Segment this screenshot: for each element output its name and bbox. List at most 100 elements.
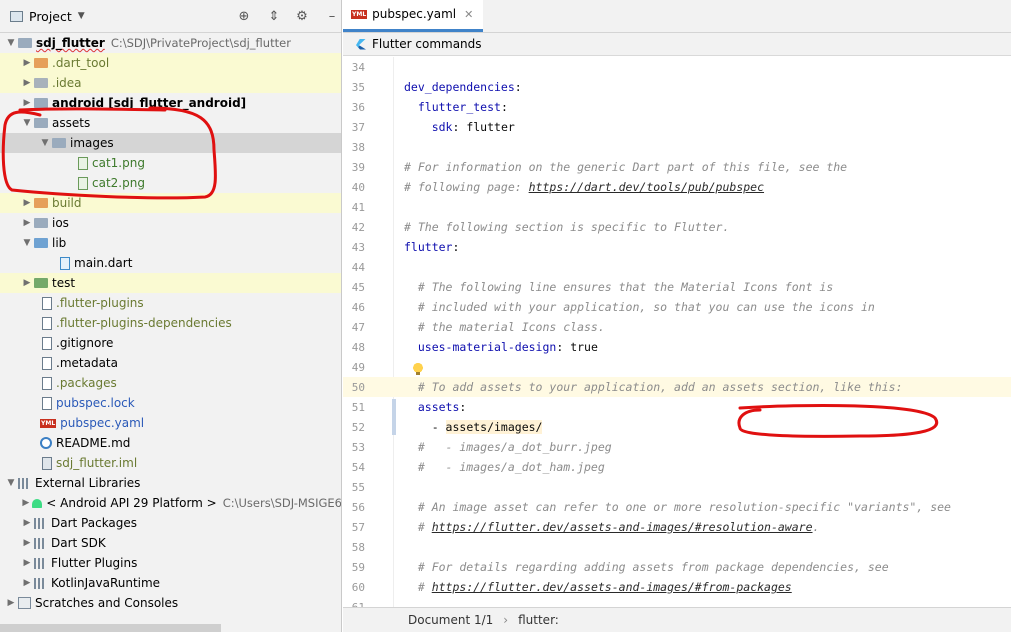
chevron-down-icon[interactable]: ▼ <box>4 38 18 48</box>
code-line[interactable]: 55 <box>343 477 1011 497</box>
chevron-down-icon[interactable]: ▼ <box>38 138 52 148</box>
code-line[interactable]: 48 uses-material-design: true <box>343 337 1011 357</box>
tree-item-android-api[interactable]: ▶ < Android API 29 Platform > C:\Users\S… <box>0 493 341 513</box>
chevron-right-icon[interactable]: ▶ <box>20 58 34 68</box>
text-file-icon <box>42 376 52 390</box>
code-token: assets/images/ <box>445 420 543 434</box>
code-line[interactable]: 50 # To add assets to your application, … <box>343 377 1011 397</box>
tree-item-build[interactable]: ▶ build <box>0 193 341 213</box>
project-panel-title[interactable]: Project <box>29 9 72 24</box>
tree-item-packages[interactable]: .packages <box>0 373 341 393</box>
code-line[interactable]: 57 # https://flutter.dev/assets-and-imag… <box>343 517 1011 537</box>
code-line[interactable]: 51 assets: <box>343 397 1011 417</box>
code-line[interactable]: 54 # - images/a_dot_ham.jpeg <box>343 457 1011 477</box>
tree-item-android[interactable]: ▶ android [sdj_flutter_android] <box>0 93 341 113</box>
code-line[interactable]: 49 <box>343 357 1011 377</box>
code-line[interactable]: 43 flutter: <box>343 237 1011 257</box>
project-panel-header: Project ▼ ⊕ ⇕ ⚙ – <box>0 0 341 33</box>
tab-pubspec-yaml[interactable]: YML pubspec.yaml ✕ <box>343 0 484 32</box>
tree-item-label: pubspec.yaml <box>60 416 145 430</box>
flutter-commands-bar[interactable]: Flutter commands <box>343 33 1011 56</box>
code-line[interactable]: 34 <box>343 57 1011 77</box>
chevron-right-icon[interactable]: ▶ <box>20 498 32 508</box>
code-line[interactable]: 38 <box>343 137 1011 157</box>
code-line[interactable]: 45 # The following line ensures that the… <box>343 277 1011 297</box>
code-line[interactable]: 37 sdk: flutter <box>343 117 1011 137</box>
editor-panel: YML pubspec.yaml ✕ Flutter commands 34 35… <box>343 0 1011 632</box>
chevron-right-icon[interactable]: ▶ <box>20 278 34 288</box>
lightbulb-icon[interactable] <box>413 363 423 375</box>
tree-item-flutter-plugins-dependencies[interactable]: .flutter-plugins-dependencies <box>0 313 341 333</box>
tree-item-scratches[interactable]: ▶ Scratches and Consoles <box>0 593 341 613</box>
tree-item-readme[interactable]: README.md <box>0 433 341 453</box>
gear-icon[interactable]: ⚙ <box>294 8 310 24</box>
code-line[interactable]: 44 <box>343 257 1011 277</box>
code-token: # The following section is specific to F… <box>404 220 730 234</box>
code-line[interactable]: 46 # included with your application, so … <box>343 297 1011 317</box>
code-line[interactable]: 40 # following page: https://dart.dev/too… <box>343 177 1011 197</box>
code-line[interactable]: 39 # For information on the generic Dart … <box>343 157 1011 177</box>
code-line[interactable]: 41 <box>343 197 1011 217</box>
tree-item-sdj-flutter[interactable]: ▼ sdj_flutter C:\SDJ\PrivateProject\sdj_… <box>0 33 341 53</box>
tree-item-test[interactable]: ▶ test <box>0 273 341 293</box>
chevron-right-icon[interactable]: ▶ <box>20 578 34 588</box>
code-line[interactable]: 59 # For details regarding adding assets… <box>343 557 1011 577</box>
tree-item-pubspec-yaml[interactable]: YML pubspec.yaml <box>0 413 341 433</box>
code-line[interactable]: 35 dev_dependencies: <box>343 77 1011 97</box>
tree-item-pubspec-lock[interactable]: pubspec.lock <box>0 393 341 413</box>
code-area[interactable]: 34 35 dev_dependencies: 36 flutter_test: 37 … <box>343 57 1011 607</box>
tree-item-dart-tool[interactable]: ▶ .dart_tool <box>0 53 341 73</box>
code-line[interactable]: 52 - assets/images/ <box>343 417 1011 437</box>
chevron-right-icon[interactable]: ▶ <box>20 518 34 528</box>
tree-item-iml[interactable]: sdj_flutter.iml <box>0 453 341 473</box>
chevron-right-icon[interactable]: ▶ <box>20 98 34 108</box>
document-indicator[interactable]: Document 1/1 <box>408 613 493 627</box>
tree-item-gitignore[interactable]: .gitignore <box>0 333 341 353</box>
tree-item-dart-sdk[interactable]: ▶ Dart SDK <box>0 533 341 553</box>
tree-item-dart-packages[interactable]: ▶ Dart Packages <box>0 513 341 533</box>
chevron-down-icon[interactable]: ▼ <box>20 238 34 248</box>
tree-item-cat2-png[interactable]: cat2.png <box>0 173 341 193</box>
code-line[interactable]: 47 # the material Icons class. <box>343 317 1011 337</box>
chevron-down-icon[interactable]: ▼ <box>78 11 85 21</box>
locate-file-icon[interactable]: ⊕ <box>236 8 252 24</box>
chevron-right-icon[interactable]: ▶ <box>20 558 34 568</box>
chevron-right-icon[interactable]: ▶ <box>20 218 34 228</box>
breadcrumb-flutter[interactable]: flutter: <box>518 613 559 627</box>
tree-item-idea[interactable]: ▶ .idea <box>0 73 341 93</box>
code-line[interactable]: 53 # - images/a_dot_burr.jpeg <box>343 437 1011 457</box>
tree-item-metadata[interactable]: .metadata <box>0 353 341 373</box>
tree-item-flutter-plugins-file[interactable]: .flutter-plugins <box>0 293 341 313</box>
tree-item-images[interactable]: ▼ images <box>0 133 341 153</box>
collapse-all-icon[interactable]: ⇕ <box>266 8 282 24</box>
tree-item-main-dart[interactable]: main.dart <box>0 253 341 273</box>
code-line[interactable]: 56 # An image asset can refer to one or … <box>343 497 1011 517</box>
hide-panel-icon[interactable]: – <box>324 8 340 24</box>
code-token: : true <box>556 340 598 354</box>
tree-item-cat1-png[interactable]: cat1.png <box>0 153 341 173</box>
close-icon[interactable]: ✕ <box>464 8 473 21</box>
code-line[interactable]: 36 flutter_test: <box>343 97 1011 117</box>
code-line[interactable]: 60 # https://flutter.dev/assets-and-imag… <box>343 577 1011 597</box>
code-line[interactable]: 61 <box>343 597 1011 608</box>
chevron-down-icon[interactable]: ▼ <box>4 478 18 488</box>
chevron-right-icon[interactable]: ▶ <box>20 198 34 208</box>
chevron-right-icon[interactable]: ▶ <box>20 78 34 88</box>
tree-item-assets[interactable]: ▼ assets <box>0 113 341 133</box>
code-token: # following page: <box>404 180 529 194</box>
tree-item-flutter-plugins-lib[interactable]: ▶ Flutter Plugins <box>0 553 341 573</box>
tree-item-ios[interactable]: ▶ ios <box>0 213 341 233</box>
chevron-right-icon[interactable]: ▶ <box>4 598 18 608</box>
scratch-icon <box>18 597 31 609</box>
code-line[interactable]: 42 # The following section is specific to… <box>343 217 1011 237</box>
tree-item-label: Dart Packages <box>51 516 138 530</box>
chevron-right-icon[interactable]: ▶ <box>20 538 34 548</box>
line-number: 41 <box>351 200 365 214</box>
line-number: 44 <box>351 260 365 274</box>
chevron-down-icon[interactable]: ▼ <box>20 118 34 128</box>
tree-item-lib[interactable]: ▼ lib <box>0 233 341 253</box>
tree-item-kotlin-runtime[interactable]: ▶ KotlinJavaRuntime <box>0 573 341 593</box>
code-line[interactable]: 58 <box>343 537 1011 557</box>
tree-item-external-libraries[interactable]: ▼ External Libraries <box>0 473 341 493</box>
horizontal-scrollbar[interactable] <box>0 624 221 632</box>
